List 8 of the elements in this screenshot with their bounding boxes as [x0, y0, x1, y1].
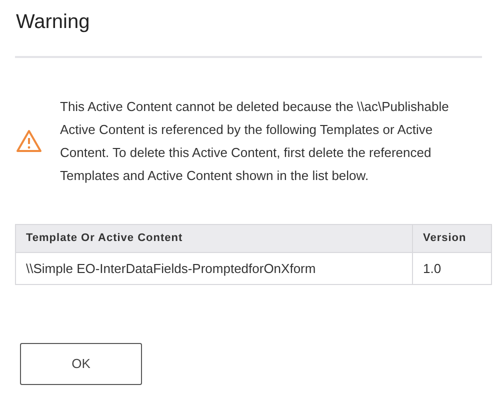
column-header: Version [412, 224, 492, 252]
dialog-title: Warning [16, 10, 90, 35]
warning-message: This Active Content cannot be deleted because the \\ac\Publishable Active Content is referenced by the following Templates or Active Content. To delete this Active Content, first delete the referenced Templates and Active Content shown in the list below. [60, 98, 450, 185]
table-cell: 1.0 [412, 252, 492, 284]
warning-icon [16, 129, 42, 153]
ok-button[interactable]: OK [20, 343, 142, 385]
column-header: Template Or Active Content [16, 224, 412, 252]
table-cell: \\Simple EO-InterDataFields-PromptedforOnXform [16, 252, 412, 284]
